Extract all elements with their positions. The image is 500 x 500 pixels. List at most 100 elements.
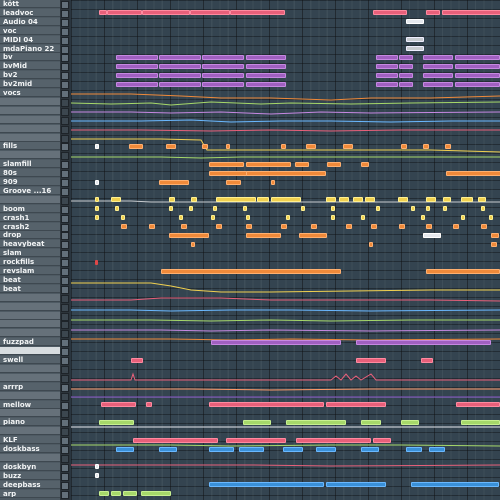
pattern-clip[interactable] — [481, 206, 485, 212]
track-mute-button[interactable] — [61, 268, 69, 276]
track-mute-button[interactable] — [61, 348, 69, 357]
automation-track-header[interactable] — [0, 311, 60, 320]
track-header[interactable]: bv — [0, 53, 60, 62]
pattern-clip[interactable] — [421, 357, 433, 363]
track-header[interactable]: rockfills — [0, 258, 60, 267]
pattern-clip[interactable] — [365, 197, 375, 203]
pattern-clip[interactable] — [179, 215, 183, 221]
track-mute-button[interactable] — [61, 357, 69, 365]
track-header[interactable]: revslam — [0, 267, 60, 275]
pattern-clip[interactable] — [95, 473, 99, 479]
track-mute-button[interactable] — [61, 1, 69, 9]
pattern-clip[interactable] — [111, 197, 121, 203]
pattern-clip[interactable] — [226, 437, 286, 443]
track-mute-button[interactable] — [61, 90, 69, 98]
pattern-clip[interactable] — [399, 224, 405, 229]
automation-track-header[interactable] — [0, 133, 60, 142]
pattern-clip[interactable] — [166, 143, 176, 149]
automation-track-header[interactable] — [0, 391, 60, 400]
pattern-clip[interactable] — [133, 437, 218, 443]
pattern-clip[interactable] — [107, 10, 142, 16]
pattern-clip[interactable] — [461, 215, 465, 221]
pattern-clip[interactable] — [190, 10, 230, 16]
track-header[interactable]: piano — [0, 418, 60, 427]
track-mute-button[interactable] — [61, 125, 69, 134]
pattern-clip[interactable] — [311, 224, 317, 229]
track-mute-button[interactable] — [61, 54, 69, 63]
track-mute-button[interactable] — [61, 419, 69, 428]
automation-track-header[interactable] — [0, 329, 60, 338]
track-header[interactable] — [0, 347, 60, 356]
pattern-clip[interactable] — [331, 215, 335, 221]
pattern-clip[interactable] — [202, 63, 244, 69]
pattern-clip[interactable] — [121, 215, 125, 221]
pattern-clip[interactable] — [406, 446, 422, 452]
track-mute-button[interactable] — [61, 312, 69, 321]
pattern-clip[interactable] — [327, 161, 341, 167]
pattern-clip[interactable] — [406, 19, 424, 25]
track-mute-button[interactable] — [61, 383, 69, 392]
pattern-clip[interactable] — [301, 206, 305, 212]
track-mute-button[interactable] — [61, 437, 69, 446]
pattern-clip[interactable] — [209, 161, 244, 167]
pattern-clip[interactable] — [95, 143, 99, 149]
pattern-clip[interactable] — [271, 197, 301, 203]
pattern-clip[interactable] — [455, 81, 500, 87]
pattern-clip[interactable] — [116, 72, 158, 78]
pattern-clip[interactable] — [169, 197, 175, 203]
pattern-clip[interactable] — [95, 215, 99, 221]
pattern-clip[interactable] — [401, 419, 419, 425]
pattern-clip[interactable] — [246, 215, 250, 221]
automation-track-header[interactable] — [0, 302, 60, 311]
pattern-clip[interactable] — [131, 357, 143, 363]
track-mute-button[interactable] — [61, 179, 69, 187]
pattern-clip[interactable] — [426, 10, 440, 16]
pattern-clip[interactable] — [129, 143, 143, 149]
pattern-clip[interactable] — [209, 402, 324, 407]
pattern-clip[interactable] — [361, 419, 381, 425]
pattern-clip[interactable] — [401, 143, 407, 149]
pattern-clip[interactable] — [95, 206, 99, 212]
automation-track-header[interactable] — [0, 106, 60, 115]
pattern-clip[interactable] — [246, 81, 286, 87]
track-mute-button[interactable] — [61, 294, 69, 303]
pattern-clip[interactable] — [142, 10, 190, 16]
track-mute-button[interactable] — [61, 365, 69, 374]
pattern-clip[interactable] — [423, 232, 441, 238]
pattern-clip[interactable] — [461, 419, 500, 425]
track-mute-button[interactable] — [61, 107, 69, 116]
pattern-clip[interactable] — [191, 197, 197, 203]
pattern-clip[interactable] — [181, 224, 187, 229]
pattern-clip[interactable] — [299, 232, 327, 238]
pattern-clip[interactable] — [376, 72, 398, 78]
track-mute-button[interactable] — [61, 490, 69, 499]
track-header[interactable]: deepbass — [0, 480, 60, 489]
pattern-clip[interactable] — [411, 482, 499, 488]
pattern-clip[interactable] — [361, 446, 379, 452]
track-mute-button[interactable] — [61, 45, 69, 54]
pattern-clip[interactable] — [295, 161, 309, 167]
pattern-clip[interactable] — [423, 143, 429, 149]
track-mute-button[interactable] — [61, 401, 69, 410]
track-header[interactable]: slam — [0, 249, 60, 258]
pattern-clip[interactable] — [376, 63, 398, 69]
pattern-clip[interactable] — [257, 197, 269, 203]
pattern-clip[interactable] — [189, 206, 193, 212]
track-mute-button[interactable] — [61, 223, 69, 232]
track-header[interactable]: leadvoc — [0, 8, 60, 17]
pattern-clip[interactable] — [209, 446, 234, 452]
pattern-clip[interactable] — [159, 54, 201, 60]
track-header[interactable]: 909 — [0, 178, 60, 186]
track-mute-button[interactable] — [61, 428, 69, 437]
pattern-clip[interactable] — [443, 197, 451, 203]
track-mute-button[interactable] — [61, 196, 69, 205]
automation-track-header[interactable] — [0, 364, 60, 373]
track-header[interactable]: mdaPiano 22 — [0, 44, 60, 53]
track-mute-button[interactable] — [61, 98, 69, 107]
track-header[interactable]: drop — [0, 231, 60, 240]
pattern-clip[interactable] — [369, 241, 373, 247]
track-mute-button[interactable] — [61, 232, 69, 241]
pattern-clip[interactable] — [99, 491, 109, 496]
pattern-clip[interactable] — [376, 206, 380, 212]
track-header[interactable]: beat — [0, 284, 60, 293]
